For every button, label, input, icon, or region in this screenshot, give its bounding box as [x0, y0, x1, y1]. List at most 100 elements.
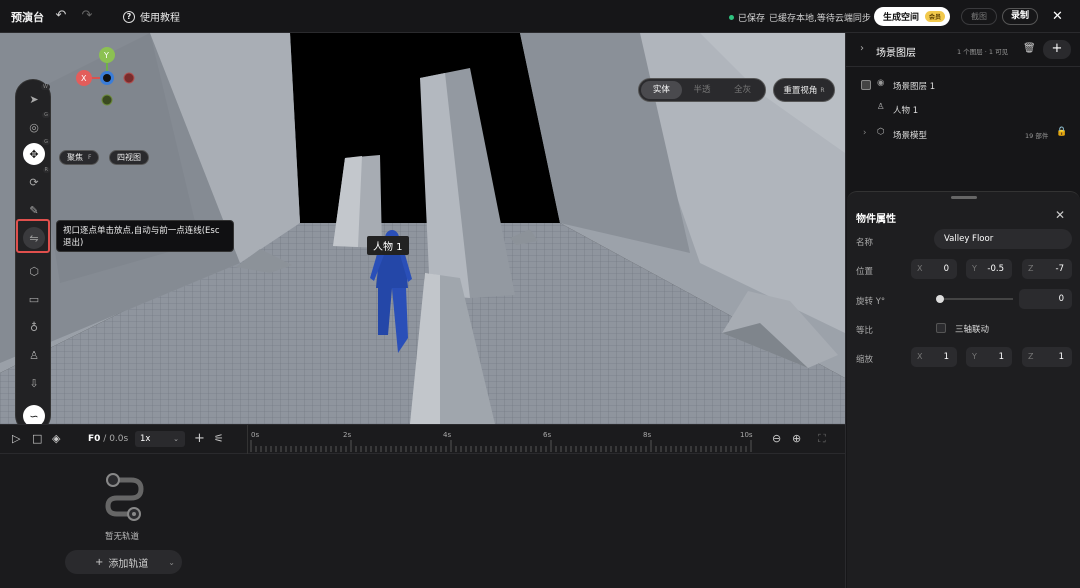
layer-child-item[interactable]: › ⬡ 场景模型 19 部件 🔒: [846, 124, 1080, 144]
zoom-out-icon[interactable]: ⊖: [772, 433, 781, 445]
cube-tool[interactable]: ⬡: [23, 260, 45, 282]
mode-translucent[interactable]: 半透: [682, 81, 723, 99]
cursor-icon: ➤: [29, 92, 39, 106]
person-icon: ♙: [877, 102, 885, 112]
scale-y-field[interactable]: Y1: [966, 347, 1012, 367]
focus-key: F: [88, 154, 92, 161]
render-mode-switch: 实体 半透 全灰: [638, 78, 766, 102]
uniform-label: 等比: [856, 326, 874, 336]
fullscreen-icon[interactable]: ⛶: [818, 433, 826, 445]
scale-x-field[interactable]: X1: [911, 347, 957, 367]
empty-track-text: 暂无轨道: [105, 532, 140, 542]
select-tool[interactable]: ➤ W: [23, 84, 50, 110]
mode-solid[interactable]: 实体: [641, 81, 682, 99]
timeline-toolbar: ▷ □ ◈ F0 / 0.0s 1x ⌄ + ⚟ 0s 2s 4s 6s 8s 1…: [0, 425, 845, 454]
add-track-button[interactable]: + 添加轨道 ⌄: [65, 550, 182, 574]
settings-sliders-icon[interactable]: ⚟: [214, 433, 224, 445]
close-icon[interactable]: ✕: [1052, 9, 1063, 24]
rotate-shortcut: R: [42, 167, 50, 173]
light-tool[interactable]: ♁: [23, 316, 45, 338]
frame-number: F0: [88, 434, 101, 444]
position-z-value: -7: [1055, 264, 1064, 274]
layer-item[interactable]: ◉ 场景图层 1: [846, 75, 1080, 95]
undo-icon[interactable]: ↶: [54, 9, 68, 23]
drag-handle[interactable]: [951, 196, 977, 199]
rotation-slider[interactable]: [936, 295, 1013, 303]
stop-icon[interactable]: □: [32, 433, 42, 445]
four-view-button[interactable]: 四视图: [109, 150, 149, 165]
time-ruler[interactable]: 0s 2s 4s 6s 8s 10s: [247, 425, 755, 454]
zoom-in-icon[interactable]: ⊕: [792, 433, 801, 445]
camera-tool[interactable]: ▭: [23, 288, 45, 310]
slider-knob[interactable]: [936, 295, 944, 303]
orbit-tool[interactable]: ◎ G: [23, 112, 50, 138]
y-axis-label: Y: [972, 352, 977, 361]
screenshot-button[interactable]: 截图: [961, 8, 997, 25]
focus-button[interactable]: 聚焦 F: [59, 150, 100, 165]
character-tool[interactable]: ♙: [23, 344, 45, 366]
reset-view-button[interactable]: 重置视角 R: [773, 78, 835, 102]
axis-y-label: Y: [103, 51, 109, 60]
tick-8s: 8s: [643, 431, 652, 439]
bulb-icon: ♁: [29, 320, 39, 334]
name-value: Valley Floor: [944, 234, 994, 244]
layer-child-item[interactable]: ♙ 人物 1: [846, 99, 1080, 119]
tick-6s: 6s: [543, 431, 552, 439]
add-icon[interactable]: +: [194, 432, 205, 445]
select-shortcut: W: [41, 84, 50, 90]
add-layer-button[interactable]: +: [1043, 40, 1071, 59]
keyframe-icon[interactable]: ◈: [52, 433, 60, 445]
frame-readout: F0 / 0.0s: [88, 434, 128, 444]
path-tool-tooltip: 视口逐点单击放点,自动与前一点连线(Esc退出): [56, 220, 234, 252]
rotation-label: 旋转 Y°: [856, 297, 886, 307]
scale-z-field[interactable]: Z1: [1022, 347, 1072, 367]
tick-4s: 4s: [443, 431, 452, 439]
scale-z-value: 1: [1058, 352, 1064, 362]
top-bar: 预演台 ↶ ↷ ? 使用教程 已保存 已缓存本地,等待云端同步 生成空间 会员 …: [0, 0, 1080, 33]
layer-label: 场景图层 1: [893, 82, 936, 92]
reset-view-label: 重置视角: [783, 86, 818, 96]
eye-icon[interactable]: ◉: [877, 78, 884, 88]
person-icon: ♙: [29, 348, 39, 362]
right-panel: › 场景图层 1 个图层 · 1 可见 🗑 + ◉ 场景图层 1 ♙ 人物 1 …: [845, 33, 1080, 588]
position-label: 位置: [856, 267, 874, 277]
active-tool-highlight: [16, 219, 50, 253]
trash-icon[interactable]: 🗑: [1023, 43, 1036, 54]
link-axes-checkbox[interactable]: [936, 323, 946, 333]
compass-icon: ◎: [29, 120, 39, 134]
chevron-right-icon[interactable]: ›: [863, 128, 866, 138]
cache-status: 已缓存本地,等待云端同步: [769, 14, 871, 24]
layer-checkbox[interactable]: [861, 80, 871, 90]
lock-icon[interactable]: 🔒: [1056, 127, 1067, 137]
scale-y-value: 1: [998, 352, 1004, 362]
chevron-right-icon[interactable]: ›: [860, 43, 864, 54]
four-view-label: 四视图: [117, 153, 141, 162]
position-y-value: -0.5: [987, 264, 1004, 274]
route-tool[interactable]: ∽: [23, 405, 45, 424]
mode-gray[interactable]: 全灰: [722, 81, 763, 99]
help-button[interactable]: ? 使用教程: [123, 9, 180, 24]
tick-10s: 10s: [740, 431, 753, 439]
3d-viewport[interactable]: Y X ➤ W ◎ G ✥ G ⟳ R ✎ ⇋ ⬡ ▭ ♁ ♙ ⇩ ∽ 视口逐点单击放点…: [0, 33, 845, 424]
import-tool[interactable]: ⇩: [23, 372, 45, 394]
position-y-field[interactable]: Y -0.5: [966, 259, 1012, 279]
rotate-tool[interactable]: ⟳ R: [23, 167, 50, 193]
scene-model-label: 场景模型: [893, 131, 928, 141]
rotation-value: 0: [1058, 294, 1064, 304]
link-axes-label: 三轴联动: [955, 325, 990, 335]
pen-tool[interactable]: ✎: [23, 199, 45, 221]
position-z-field[interactable]: Z -7: [1022, 259, 1072, 279]
position-x-field[interactable]: X0: [911, 259, 957, 279]
focus-label: 聚焦: [67, 153, 83, 162]
generate-space-button[interactable]: 生成空间 会员: [874, 7, 951, 26]
close-icon[interactable]: ✕: [1055, 208, 1065, 222]
play-icon[interactable]: ▷: [12, 433, 20, 445]
move-tool[interactable]: ✥ G: [23, 139, 50, 165]
move-arrows-icon: ✥: [29, 147, 39, 161]
name-field[interactable]: Valley Floor: [934, 229, 1072, 249]
redo-icon[interactable]: ↷: [80, 9, 94, 23]
record-button[interactable]: 录制: [1002, 8, 1038, 25]
speed-select[interactable]: 1x ⌄: [135, 431, 185, 447]
rotation-field[interactable]: 0: [1019, 289, 1072, 309]
tick-0s: 0s: [251, 431, 260, 439]
